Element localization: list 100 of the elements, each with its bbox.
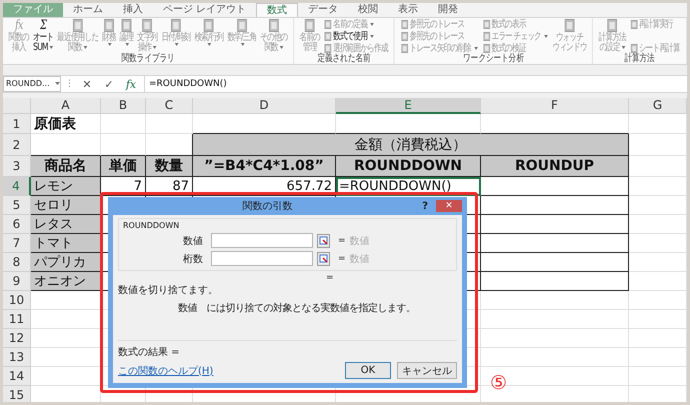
table-cell: レタス [31, 215, 101, 234]
tile-icon [121, 19, 132, 32]
table-cell [31, 134, 101, 156]
tile-icon [630, 20, 638, 29]
row-header[interactable]: 14 [3, 367, 31, 386]
row-header[interactable]: 4 [3, 177, 31, 196]
table-cell: トマト [31, 234, 101, 253]
ribbon-tab[interactable]: 表示 [388, 3, 428, 17]
table-cell: 数量 [146, 156, 193, 177]
caret-icon [621, 46, 626, 50]
formula-button[interactable]: ✓ [100, 78, 118, 90]
formula-field[interactable]: =ROUNDDOWN() [144, 76, 687, 92]
tile-icon [483, 32, 490, 41]
caret-icon [280, 46, 284, 50]
table-cell: ROUNDDOWN [336, 156, 481, 177]
row-header[interactable]: 6 [3, 215, 31, 234]
step-number: ⑤ [490, 373, 508, 393]
equals-sign: = [338, 254, 346, 264]
grip-icon: ⋮ [65, 79, 74, 89]
row-header[interactable]: 10 [3, 291, 31, 310]
formula-button[interactable]: ✕ [78, 78, 96, 90]
formula-button[interactable]: fx [122, 78, 140, 90]
tile-icon [401, 32, 408, 41]
caret-icon [174, 43, 179, 47]
table-cell: ”=B4*C4*1.08” [193, 156, 336, 177]
column-header[interactable]: B [101, 98, 146, 114]
select-all-button[interactable] [3, 98, 31, 114]
row-header[interactable]: 5 [3, 196, 31, 215]
tile-icon [72, 19, 83, 32]
range-select-icon[interactable] [317, 234, 330, 248]
function-description: 数値を切り捨てます。 [118, 284, 218, 297]
table-cell: 金額（消費税込） [193, 134, 629, 156]
dialog-button[interactable]: キャンセル [397, 362, 457, 379]
column-header[interactable]: A [31, 98, 101, 114]
row-header[interactable]: 1 [3, 114, 31, 134]
tile-icon [483, 44, 490, 53]
argument-value: 数値 [350, 252, 370, 266]
table-cell [629, 348, 687, 367]
dialog-button[interactable]: OK [345, 362, 391, 379]
column-header[interactable]: E [336, 98, 481, 114]
formula-result: 数式の結果 = [118, 346, 180, 359]
column-header[interactable]: G [629, 98, 687, 114]
tile-icon [401, 44, 408, 53]
tile-icon [142, 19, 152, 32]
tile-icon [401, 20, 408, 29]
row-header[interactable]: 3 [3, 156, 31, 177]
column-header[interactable]: D [193, 98, 336, 114]
ribbon-tab[interactable]: データ [298, 3, 348, 17]
function-name: ROUNDDOWN [123, 221, 180, 230]
tile-icon [483, 20, 490, 29]
table-cell [629, 196, 687, 215]
help-button[interactable]: ? [422, 200, 428, 212]
row-header[interactable]: 2 [3, 134, 31, 156]
caret-icon [108, 43, 112, 47]
column-header[interactable]: C [146, 98, 193, 114]
group-label: 定義された名前 [317, 54, 371, 64]
close-button[interactable]: ✕ [436, 200, 462, 212]
row-header[interactable]: 13 [3, 348, 31, 367]
row-header[interactable]: 11 [3, 310, 31, 329]
table-cell [629, 156, 687, 177]
table-cell [629, 329, 687, 348]
table-cell: オニオン [31, 272, 101, 291]
table-cell [101, 134, 146, 156]
argument-field[interactable] [211, 251, 313, 266]
ribbon-tab[interactable]: 挿入 [113, 3, 153, 17]
argument-field[interactable] [211, 233, 313, 248]
tile-icon [304, 19, 315, 32]
table-cell: パプリカ [31, 253, 101, 272]
ribbon-button[interactable]: 数式で使用 [324, 31, 388, 42]
ribbon-tab[interactable]: 校閲 [348, 3, 388, 17]
caret-icon [49, 46, 54, 50]
row-header[interactable]: 8 [3, 253, 31, 272]
tile-icon [324, 20, 332, 29]
row-header[interactable]: 12 [3, 329, 31, 348]
ribbon-tab[interactable]: 開発 [428, 3, 468, 17]
tile-icon [607, 19, 618, 32]
caret-icon [544, 34, 548, 38]
name-box[interactable]: ROUNDD... [3, 76, 61, 92]
row-header[interactable]: 7 [3, 234, 31, 253]
caret-icon [83, 46, 88, 50]
range-select-icon[interactable] [317, 252, 330, 266]
table-cell: セロリ [31, 196, 101, 215]
table-cell [629, 367, 687, 386]
tile-icon [104, 19, 114, 32]
caret-icon [240, 43, 244, 47]
tile-icon [204, 19, 214, 32]
tile-icon [564, 19, 574, 32]
group-label: 関数ライブラリ [121, 54, 175, 64]
table-cell [629, 291, 687, 310]
ribbon-tab[interactable]: ページ レイアウト [153, 3, 256, 17]
help-link[interactable]: この関数のヘルプ(H) [118, 364, 214, 378]
ribbon-tab[interactable]: 数式 [256, 3, 298, 17]
ribbon-tab[interactable]: ホーム [63, 3, 113, 17]
ribbon-button[interactable]: Σ オート SUM [32, 19, 54, 54]
dialog-title: 関数の引数 [242, 200, 293, 213]
column-header[interactable]: F [481, 98, 629, 114]
row-header[interactable]: 9 [3, 272, 31, 291]
table-cell: ROUNDUP [481, 156, 629, 177]
row-header[interactable]: 15 [3, 386, 31, 402]
table-cell [146, 134, 193, 156]
